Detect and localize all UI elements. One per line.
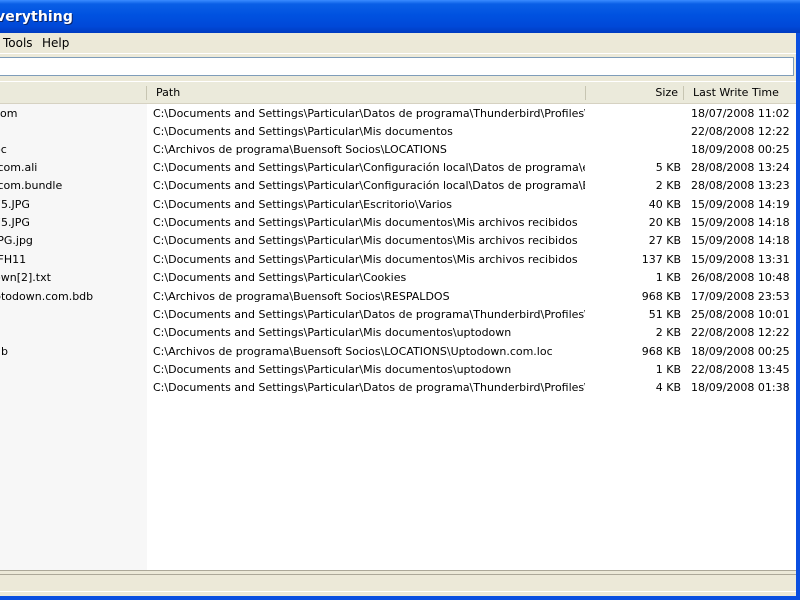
cell-size: 137 KB xyxy=(641,253,681,266)
cell-name: 75.JPG xyxy=(0,216,30,229)
cell-path: C:\Archivos de programa\Buensoft Socios\… xyxy=(153,143,447,156)
cell-date: 15/09/2008 14:19 xyxy=(691,198,790,211)
cell-size: 5 KB xyxy=(655,161,681,174)
cell-path: C:\Documents and Settings\Particular\Dat… xyxy=(153,308,585,321)
cell-date: 18/09/2008 00:25 xyxy=(691,345,790,358)
cell-name: ptodown.com.bdb xyxy=(0,290,94,303)
cell-path: C:\Archivos de programa\Buensoft Socios\… xyxy=(153,290,450,303)
cell-size: 1 KB xyxy=(655,271,681,284)
cell-date: 26/08/2008 10:48 xyxy=(691,271,790,284)
cell-date: 25/08/2008 10:01 xyxy=(691,308,790,321)
cell-date: 22/08/2008 12:22 xyxy=(691,125,790,138)
table-row[interactable]: .com.bundle C:\Documents and Settings\Par… xyxy=(0,177,796,195)
cell-size: 2 KB xyxy=(655,179,681,192)
cell-path: C:\Archivos de programa\Buensoft Socios\… xyxy=(153,345,553,358)
cell-path: C:\Documents and Settings\Particular\Con… xyxy=(153,161,585,174)
table-row[interactable]: C:\Documents and Settings\Particular\Mis… xyxy=(0,123,796,141)
column-header-name[interactable] xyxy=(0,82,146,103)
cell-date: 22/08/2008 12:22 xyxy=(691,326,790,339)
cell-path: C:\Documents and Settings\Particular\Mis… xyxy=(153,253,578,266)
cell-name: .com.bundle xyxy=(0,179,63,192)
table-row[interactable]: C:\Documents and Settings\Particular\Mis… xyxy=(0,361,796,379)
cell-path: C:\Documents and Settings\Particular\Mis… xyxy=(153,125,453,138)
table-row[interactable]: 75.JPG C:\Documents and Settings\Particul… xyxy=(0,196,796,214)
cell-size: 968 KB xyxy=(641,290,681,303)
column-header-size[interactable]: Size xyxy=(600,82,678,103)
window-title: verything xyxy=(0,9,73,25)
cell-date: 15/09/2008 14:18 xyxy=(691,216,790,229)
status-bar xyxy=(0,570,796,596)
cell-date: 18/09/2008 01:38 xyxy=(691,381,790,394)
window-frame-bottom xyxy=(0,596,800,600)
cell-path: C:\Documents and Settings\Particular\Dat… xyxy=(153,107,585,120)
cell-size: 27 KB xyxy=(648,234,681,247)
cell-name: oc xyxy=(0,143,7,156)
cell-name: com xyxy=(0,107,18,120)
cell-path: C:\Documents and Settings\Particular\Mis… xyxy=(153,326,512,339)
menu-bar: Tools Help xyxy=(0,33,796,53)
table-row[interactable]: C:\Documents and Settings\Particular\Dat… xyxy=(0,379,796,397)
cell-name: own[2].txt xyxy=(0,271,51,284)
table-row[interactable]: 75.JPG C:\Documents and Settings\Particul… xyxy=(0,214,796,232)
table-row[interactable]: com C:\Documents and Settings\Particular\… xyxy=(0,105,796,123)
search-bar xyxy=(0,53,796,81)
cell-date: 22/08/2008 13:45 xyxy=(691,363,790,376)
cell-date: 28/08/2008 13:24 xyxy=(691,161,790,174)
title-bar[interactable]: verything xyxy=(0,0,800,33)
column-divider[interactable] xyxy=(146,86,147,100)
cell-size: 4 KB xyxy=(655,381,681,394)
table-row[interactable]: own[2].txt C:\Documents and Settings\Part… xyxy=(0,269,796,287)
cell-date: 18/07/2008 11:02 xyxy=(691,107,790,120)
table-row[interactable]: .FH11 C:\Documents and Settings\Particula… xyxy=(0,251,796,269)
cell-path: C:\Documents and Settings\Particular\Mis… xyxy=(153,234,578,247)
cell-date: 28/08/2008 13:23 xyxy=(691,179,790,192)
table-row[interactable]: C:\Documents and Settings\Particular\Mis… xyxy=(0,324,796,342)
cell-path: C:\Documents and Settings\Particular\Mis… xyxy=(153,363,512,376)
cell-name: .com.ali xyxy=(0,161,38,174)
cell-name: 75.JPG xyxy=(0,198,30,211)
cell-path: C:\Documents and Settings\Particular\Esc… xyxy=(153,198,452,211)
cell-size: 968 KB xyxy=(641,345,681,358)
table-row[interactable]: .com.ali C:\Documents and Settings\Partic… xyxy=(0,159,796,177)
column-header-path[interactable]: Path xyxy=(156,82,576,103)
cell-path: C:\Documents and Settings\Particular\Mis… xyxy=(153,216,578,229)
cell-date: 17/09/2008 23:53 xyxy=(691,290,790,303)
cell-date: 15/09/2008 14:18 xyxy=(691,234,790,247)
table-row[interactable]: ptodown.com.bdb C:\Archivos de programa\B… xyxy=(0,288,796,306)
list-header: Path Size Last Write Time xyxy=(0,82,796,104)
menu-help[interactable]: Help xyxy=(42,36,69,50)
column-header-date[interactable]: Last Write Time xyxy=(693,82,793,103)
table-row[interactable]: oc C:\Archivos de programa\Buensoft Socio… xyxy=(0,141,796,159)
cell-size: 40 KB xyxy=(648,198,681,211)
column-divider[interactable] xyxy=(585,86,586,100)
search-input[interactable] xyxy=(0,57,794,76)
cell-date: 18/09/2008 00:25 xyxy=(691,143,790,156)
cell-size: 51 KB xyxy=(648,308,681,321)
status-text xyxy=(0,574,796,592)
cell-size: 20 KB xyxy=(648,216,681,229)
cell-path: C:\Documents and Settings\Particular\Coo… xyxy=(153,271,407,284)
table-row[interactable]: db C:\Archivos de programa\Buensoft Socio… xyxy=(0,343,796,361)
cell-date: 15/09/2008 13:31 xyxy=(691,253,790,266)
cell-name: .FH11 xyxy=(0,253,27,266)
cell-size: 2 KB xyxy=(655,326,681,339)
table-row[interactable]: C:\Documents and Settings\Particular\Dat… xyxy=(0,306,796,324)
column-divider[interactable] xyxy=(683,86,684,100)
table-row[interactable]: JPG.jpg C:\Documents and Settings\Particu… xyxy=(0,232,796,250)
cell-name: db xyxy=(0,345,8,358)
menu-tools[interactable]: Tools xyxy=(3,36,33,50)
cell-path: C:\Documents and Settings\Particular\Con… xyxy=(153,179,585,192)
cell-path: C:\Documents and Settings\Particular\Dat… xyxy=(153,381,585,394)
cell-name: JPG.jpg xyxy=(0,234,33,247)
window-frame-right xyxy=(796,33,800,600)
results-list[interactable]: Path Size Last Write Time com C:\Document… xyxy=(0,82,796,570)
cell-size: 1 KB xyxy=(655,363,681,376)
